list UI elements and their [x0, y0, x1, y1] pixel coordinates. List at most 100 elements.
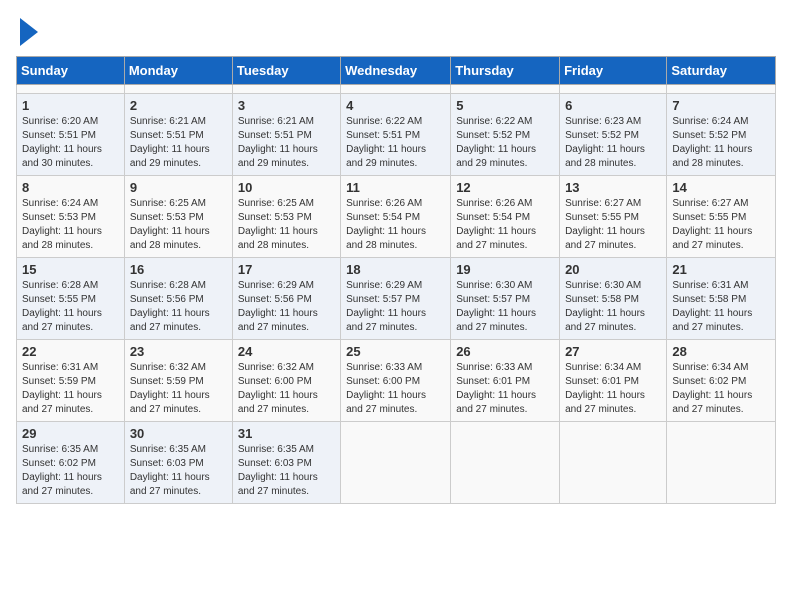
day-info: Sunrise: 6:33 AM Sunset: 6:00 PM Dayligh… — [346, 361, 445, 417]
calendar-cell: 20Sunrise: 6:30 AM Sunset: 5:58 PM Dayli… — [560, 258, 667, 340]
day-info: Sunrise: 6:26 AM Sunset: 5:54 PM Dayligh… — [456, 197, 554, 253]
calendar-cell — [341, 422, 451, 504]
day-number: 4 — [346, 98, 445, 113]
day-info: Sunrise: 6:29 AM Sunset: 5:56 PM Dayligh… — [238, 279, 335, 335]
day-info: Sunrise: 6:32 AM Sunset: 5:59 PM Dayligh… — [130, 361, 227, 417]
calendar-cell: 27 Sunrise: 6:34 AM Sunset: 6:01 PM Dayli… — [560, 340, 667, 422]
day-info: Sunrise: 6:29 AM Sunset: 5:57 PM Dayligh… — [346, 279, 445, 335]
day-number: 30 — [130, 426, 227, 441]
calendar-cell: 4Sunrise: 6:22 AM Sunset: 5:51 PM Daylig… — [341, 94, 451, 176]
calendar-cell: 16Sunrise: 6:28 AM Sunset: 5:56 PM Dayli… — [124, 258, 232, 340]
calendar-cell — [451, 422, 560, 504]
day-number: 25 — [346, 344, 445, 359]
day-info: Sunrise: 6:30 AM Sunset: 5:57 PM Dayligh… — [456, 279, 554, 335]
day-number: 15 — [22, 262, 119, 277]
calendar-cell: 17 Sunrise: 6:29 AM Sunset: 5:56 PM Dayli… — [232, 258, 340, 340]
calendar-cell: 30Sunrise: 6:35 AM Sunset: 6:03 PM Dayli… — [124, 422, 232, 504]
calendar-cell — [451, 85, 560, 94]
day-info: Sunrise: 6:21 AM Sunset: 5:51 PM Dayligh… — [130, 115, 227, 171]
calendar-cell — [124, 85, 232, 94]
day-info: Sunrise: 6:28 AM Sunset: 5:55 PM Dayligh… — [22, 279, 119, 335]
day-number: 6 — [565, 98, 661, 113]
day-number: 31 — [238, 426, 335, 441]
header-day-sunday: Sunday — [17, 57, 125, 85]
calendar-header-row: SundayMondayTuesdayWednesdayThursdayFrid… — [17, 57, 776, 85]
header-day-wednesday: Wednesday — [341, 57, 451, 85]
calendar-cell: 18 Sunrise: 6:29 AM Sunset: 5:57 PM Dayli… — [341, 258, 451, 340]
calendar-week-2: 8Sunrise: 6:24 AM Sunset: 5:53 PM Daylig… — [17, 176, 776, 258]
header-day-thursday: Thursday — [451, 57, 560, 85]
header-day-monday: Monday — [124, 57, 232, 85]
day-info: Sunrise: 6:32 AM Sunset: 6:00 PM Dayligh… — [238, 361, 335, 417]
day-number: 29 — [22, 426, 119, 441]
day-number: 27 — [565, 344, 661, 359]
calendar-week-4: 22Sunrise: 6:31 AM Sunset: 5:59 PM Dayli… — [17, 340, 776, 422]
calendar-cell — [560, 422, 667, 504]
calendar-cell — [17, 85, 125, 94]
day-number: 7 — [672, 98, 770, 113]
day-number: 12 — [456, 180, 554, 195]
day-number: 1 — [22, 98, 119, 113]
calendar-cell — [232, 85, 340, 94]
day-number: 5 — [456, 98, 554, 113]
day-info: Sunrise: 6:27 AM Sunset: 5:55 PM Dayligh… — [565, 197, 661, 253]
logo-arrow-icon — [20, 18, 38, 46]
calendar-cell: 5Sunrise: 6:22 AM Sunset: 5:52 PM Daylig… — [451, 94, 560, 176]
calendar-table: SundayMondayTuesdayWednesdayThursdayFrid… — [16, 56, 776, 504]
calendar-cell: 29 Sunrise: 6:35 AM Sunset: 6:02 PM Dayli… — [17, 422, 125, 504]
calendar-cell: 25 Sunrise: 6:33 AM Sunset: 6:00 PM Dayli… — [341, 340, 451, 422]
day-info: Sunrise: 6:35 AM Sunset: 6:03 PM Dayligh… — [238, 443, 335, 499]
day-number: 23 — [130, 344, 227, 359]
day-info: Sunrise: 6:27 AM Sunset: 5:55 PM Dayligh… — [672, 197, 770, 253]
day-info: Sunrise: 6:25 AM Sunset: 5:53 PM Dayligh… — [238, 197, 335, 253]
calendar-cell: 24 Sunrise: 6:32 AM Sunset: 6:00 PM Dayli… — [232, 340, 340, 422]
calendar-cell: 1 Sunrise: 6:20 AM Sunset: 5:51 PM Daylig… — [17, 94, 125, 176]
day-number: 3 — [238, 98, 335, 113]
day-number: 8 — [22, 180, 119, 195]
day-info: Sunrise: 6:34 AM Sunset: 6:02 PM Dayligh… — [672, 361, 770, 417]
calendar-cell: 23 Sunrise: 6:32 AM Sunset: 5:59 PM Dayli… — [124, 340, 232, 422]
day-info: Sunrise: 6:30 AM Sunset: 5:58 PM Dayligh… — [565, 279, 661, 335]
day-number: 19 — [456, 262, 554, 277]
calendar-cell: 7Sunrise: 6:24 AM Sunset: 5:52 PM Daylig… — [667, 94, 776, 176]
day-number: 18 — [346, 262, 445, 277]
day-info: Sunrise: 6:21 AM Sunset: 5:51 PM Dayligh… — [238, 115, 335, 171]
calendar-cell: 31 Sunrise: 6:35 AM Sunset: 6:03 PM Dayli… — [232, 422, 340, 504]
calendar-cell: 11 Sunrise: 6:26 AM Sunset: 5:54 PM Dayli… — [341, 176, 451, 258]
calendar-cell — [667, 85, 776, 94]
calendar-cell: 8Sunrise: 6:24 AM Sunset: 5:53 PM Daylig… — [17, 176, 125, 258]
calendar-cell — [341, 85, 451, 94]
day-number: 9 — [130, 180, 227, 195]
calendar-week-1: 1 Sunrise: 6:20 AM Sunset: 5:51 PM Daylig… — [17, 94, 776, 176]
day-number: 26 — [456, 344, 554, 359]
day-number: 21 — [672, 262, 770, 277]
day-info: Sunrise: 6:33 AM Sunset: 6:01 PM Dayligh… — [456, 361, 554, 417]
day-number: 28 — [672, 344, 770, 359]
header-day-friday: Friday — [560, 57, 667, 85]
header-day-tuesday: Tuesday — [232, 57, 340, 85]
day-info: Sunrise: 6:31 AM Sunset: 5:58 PM Dayligh… — [672, 279, 770, 335]
calendar-cell: 26 Sunrise: 6:33 AM Sunset: 6:01 PM Dayli… — [451, 340, 560, 422]
day-number: 11 — [346, 180, 445, 195]
day-info: Sunrise: 6:35 AM Sunset: 6:02 PM Dayligh… — [22, 443, 119, 499]
logo — [16, 16, 38, 46]
day-info: Sunrise: 6:20 AM Sunset: 5:51 PM Dayligh… — [22, 115, 119, 171]
calendar-cell — [560, 85, 667, 94]
day-number: 24 — [238, 344, 335, 359]
calendar-cell: 9Sunrise: 6:25 AM Sunset: 5:53 PM Daylig… — [124, 176, 232, 258]
calendar-cell: 13Sunrise: 6:27 AM Sunset: 5:55 PM Dayli… — [560, 176, 667, 258]
day-number: 17 — [238, 262, 335, 277]
calendar-cell: 14 Sunrise: 6:27 AM Sunset: 5:55 PM Dayli… — [667, 176, 776, 258]
day-number: 14 — [672, 180, 770, 195]
calendar-cell: 12 Sunrise: 6:26 AM Sunset: 5:54 PM Dayli… — [451, 176, 560, 258]
calendar-cell: 6Sunrise: 6:23 AM Sunset: 5:52 PM Daylig… — [560, 94, 667, 176]
calendar-cell: 28 Sunrise: 6:34 AM Sunset: 6:02 PM Dayli… — [667, 340, 776, 422]
day-number: 2 — [130, 98, 227, 113]
day-info: Sunrise: 6:26 AM Sunset: 5:54 PM Dayligh… — [346, 197, 445, 253]
day-info: Sunrise: 6:34 AM Sunset: 6:01 PM Dayligh… — [565, 361, 661, 417]
page-header — [16, 16, 776, 46]
header-day-saturday: Saturday — [667, 57, 776, 85]
calendar-cell: 21 Sunrise: 6:31 AM Sunset: 5:58 PM Dayli… — [667, 258, 776, 340]
day-number: 10 — [238, 180, 335, 195]
day-number: 22 — [22, 344, 119, 359]
